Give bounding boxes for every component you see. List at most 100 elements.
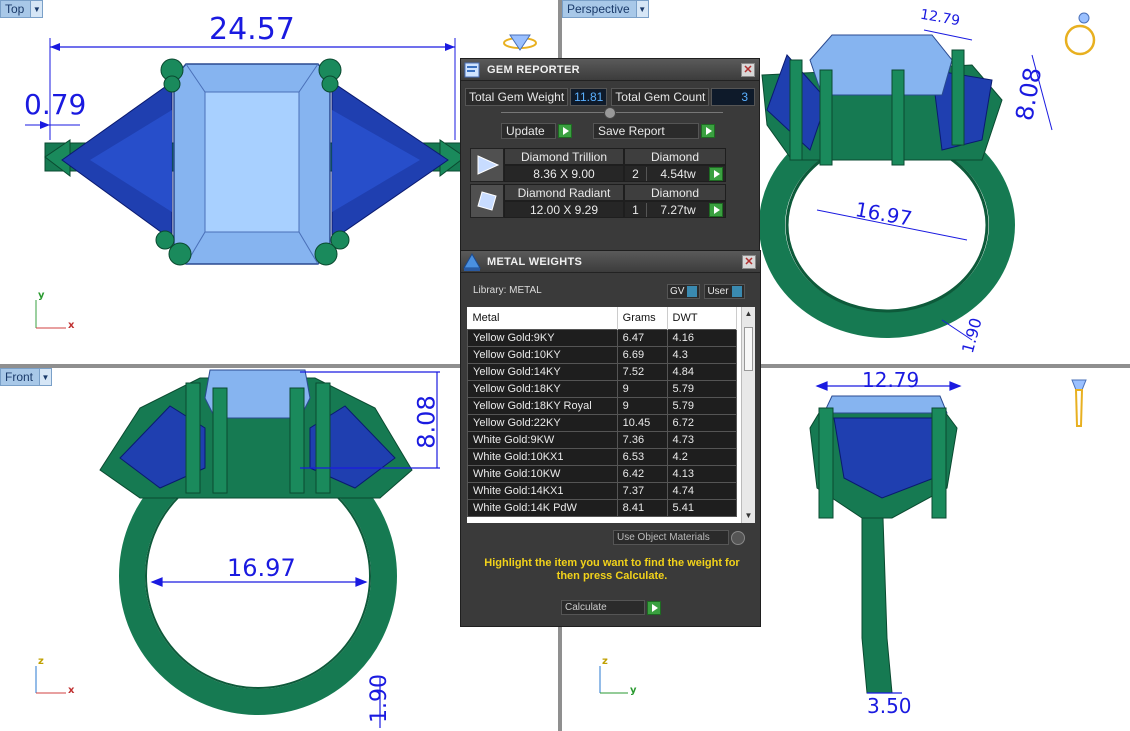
viewport-tab-perspective[interactable]: Perspective ▼ (562, 0, 649, 18)
dwt-value: 4.2 (666, 447, 738, 466)
grams-value: 6.42 (616, 464, 668, 483)
gem-weight: 4.54tw (660, 166, 696, 181)
metal-name: Yellow Gold:10KY (467, 345, 618, 364)
close-icon[interactable]: ✕ (742, 255, 756, 269)
dwt-value: 6.72 (666, 413, 738, 432)
update-button[interactable]: Update (501, 123, 556, 139)
grams-value: 7.37 (616, 481, 668, 500)
panel-title: METAL WEIGHTS (487, 255, 583, 268)
table-scrollbar[interactable]: ▲ ▼ (741, 307, 755, 523)
axis-z-label: z (38, 656, 44, 667)
gem-row[interactable]: Diamond Radiant Diamond 12.00 X 9.29 1 7… (470, 184, 726, 218)
play-icon[interactable] (709, 166, 723, 181)
calculate-control[interactable]: Calculate (561, 600, 661, 615)
table-row[interactable]: Yellow Gold:18KY Royal 9 5.79 (467, 396, 738, 415)
play-icon[interactable] (558, 124, 572, 138)
save-report-button[interactable]: Save Report (593, 123, 699, 139)
table-row[interactable]: Yellow Gold:14KY 7.52 4.84 (467, 362, 738, 381)
dimension-label: 12.79 (862, 368, 920, 392)
viewport-label: Perspective (567, 2, 630, 16)
close-icon[interactable]: ✕ (741, 63, 755, 77)
dimension-label: 8.08 (412, 395, 441, 449)
gem-report-icon (461, 59, 483, 81)
use-object-materials-label: Use Object Materials (613, 530, 729, 545)
scroll-thumb[interactable] (744, 327, 753, 371)
metal-table-container[interactable]: Metal Grams DWT Yellow Gold:9KY 6.47 4.16 Y… (467, 307, 755, 523)
use-object-materials-control[interactable]: Use Object Materials (613, 530, 745, 545)
dwt-value: 4.74 (666, 481, 738, 500)
metal-weights-titlebar[interactable]: METAL WEIGHTS ✕ (461, 251, 760, 273)
scroll-up-icon[interactable]: ▲ (742, 307, 755, 321)
update-control[interactable]: Update (501, 123, 572, 139)
axis-indicator (599, 666, 628, 694)
calculate-button[interactable]: Calculate (561, 600, 645, 615)
metal-table-body: Yellow Gold:9KY 6.47 4.16 Yellow Gold:10KY 6… (467, 328, 738, 517)
column-header-metal[interactable]: Metal (467, 307, 618, 329)
table-row[interactable]: White Gold:10KW 6.42 4.13 (467, 464, 738, 483)
user-toggle[interactable]: User (704, 284, 745, 299)
metal-weight-icon (461, 251, 483, 273)
grams-value: 7.36 (616, 430, 668, 449)
table-row[interactable]: Yellow Gold:10KY 6.69 4.3 (467, 345, 738, 364)
play-icon[interactable] (647, 600, 661, 615)
play-icon[interactable] (701, 124, 715, 138)
play-icon[interactable] (709, 202, 723, 217)
grams-value: 9 (616, 396, 668, 415)
dwt-value: 4.3 (666, 345, 738, 364)
viewport-label: Top (5, 2, 25, 16)
ring-side-icon (1071, 379, 1087, 427)
gem-row[interactable]: Diamond Trillion Diamond 8.36 X 9.00 2 4… (470, 148, 726, 182)
dwt-value: 4.13 (666, 464, 738, 483)
panel-title: GEM REPORTER (487, 63, 580, 76)
radiant-gem-icon (470, 184, 504, 218)
gem-name: Diamond Radiant (504, 184, 624, 201)
splitter-handle[interactable] (604, 107, 616, 119)
column-header-grams[interactable]: Grams (617, 307, 668, 329)
chevron-down-icon[interactable]: ▼ (39, 369, 52, 385)
calculate-hint: Highlight the item you want to find the … (484, 557, 740, 582)
user-label: User (707, 286, 729, 297)
dimension-label: 24.57 (209, 12, 295, 47)
radio-icon[interactable] (731, 530, 745, 545)
table-row[interactable]: White Gold:9KW 7.36 4.73 (467, 430, 738, 449)
toggle-icon (687, 286, 698, 297)
column-header-dwt[interactable]: DWT (667, 307, 738, 329)
gem-totals-row: Total Gem Weight 11.81 Total Gem Count 3 (465, 88, 755, 106)
table-row[interactable]: Yellow Gold:9KY 6.47 4.16 (467, 328, 738, 347)
metal-name: Yellow Gold:18KY Royal (467, 396, 618, 415)
gv-label: GV (670, 286, 685, 297)
gem-count: 1 (625, 202, 647, 217)
viewport-label: Front (5, 370, 34, 384)
scroll-down-icon[interactable]: ▼ (742, 509, 755, 523)
save-report-control[interactable]: Save Report (593, 123, 715, 139)
gem-type: Diamond (624, 148, 726, 165)
table-row[interactable]: White Gold:10KX1 6.53 4.2 (467, 447, 738, 466)
gem-reporter-titlebar[interactable]: GEM REPORTER ✕ (461, 59, 759, 81)
gem-name: Diamond Trillion (504, 148, 624, 165)
metal-name: White Gold:14KX1 (467, 481, 618, 500)
axis-indicator (35, 300, 66, 329)
gem-count: 2 (625, 166, 647, 181)
table-row[interactable]: Yellow Gold:18KY 9 5.79 (467, 379, 738, 398)
table-row[interactable]: White Gold:14KX1 7.37 4.74 (467, 481, 738, 500)
metal-name: Yellow Gold:9KY (467, 328, 618, 347)
dwt-value: 4.84 (666, 362, 738, 381)
viewport-tab-front[interactable]: Front ▼ (0, 368, 53, 386)
viewport-tab-top[interactable]: Top ▼ (0, 0, 44, 18)
library-label: Library: METAL (473, 285, 542, 296)
axis-y-label: y (630, 685, 637, 696)
metal-table: Metal Grams DWT Yellow Gold:9KY 6.47 4.16 Y… (467, 307, 738, 517)
total-gem-weight-label: Total Gem Weight (465, 88, 569, 106)
table-row[interactable]: White Gold:14K PdW 8.41 5.41 (467, 498, 738, 517)
chevron-down-icon[interactable]: ▼ (635, 1, 648, 17)
table-row[interactable]: Yellow Gold:22KY 10.45 6.72 (467, 413, 738, 432)
axis-z-label: z (602, 656, 608, 667)
gem-weight: 7.27tw (660, 202, 696, 217)
chevron-down-icon[interactable]: ▼ (30, 1, 43, 17)
grams-value: 8.41 (616, 498, 668, 517)
grams-value: 7.52 (616, 362, 668, 381)
ring-icon (1064, 12, 1096, 56)
gem-count-weight: 2 4.54tw (624, 165, 726, 182)
axis-indicator (35, 666, 66, 694)
gv-toggle[interactable]: GV (667, 284, 701, 299)
